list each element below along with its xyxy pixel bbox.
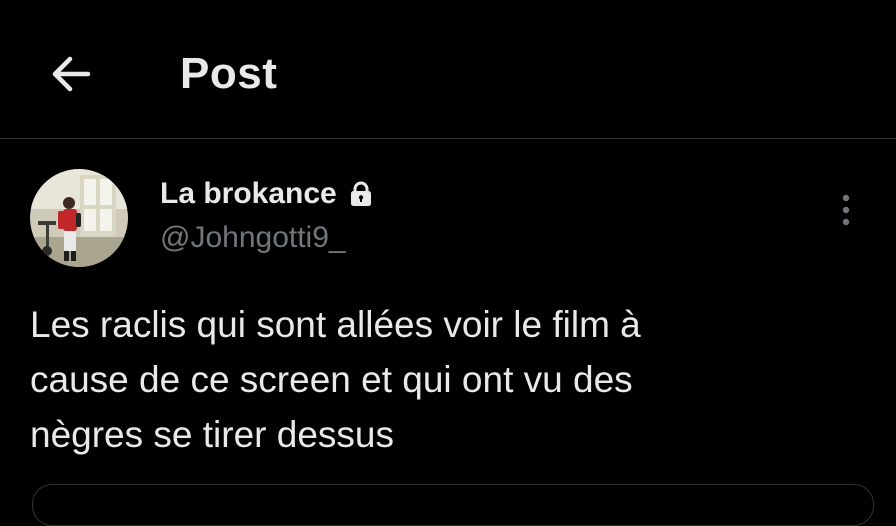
avatar[interactable] [30,169,128,267]
avatar-photo [30,169,128,267]
post-text: Les raclis qui sont allées voir le film … [30,304,641,455]
display-name-text: La brokance [160,177,337,210]
media-card[interactable] [32,484,874,526]
top-bar: Post [0,0,896,139]
arrow-left-icon [52,56,91,92]
author-display-name[interactable]: La brokance [160,176,373,212]
lock-icon [349,181,373,207]
back-button[interactable] [40,46,100,102]
more-vertical-icon [842,194,850,226]
more-options-button[interactable] [826,184,866,236]
author-handle[interactable]: @Johngotti9_ [160,220,346,256]
page-title: Post [180,49,278,98]
